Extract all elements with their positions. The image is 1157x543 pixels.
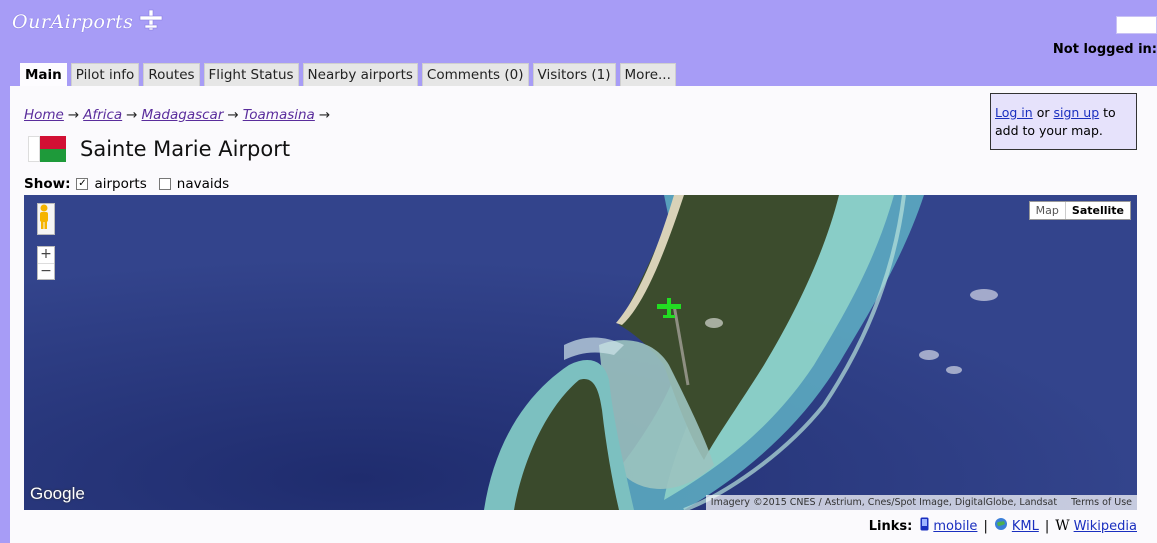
links-separator: | <box>1044 518 1050 534</box>
show-label: Show: <box>24 176 71 192</box>
breadcrumb-separator: → <box>67 107 80 123</box>
tab-bar: Main Pilot info Routes Flight Status Nea… <box>20 63 676 86</box>
tab-routes[interactable]: Routes <box>143 63 200 86</box>
login-or-text: or <box>1036 105 1050 120</box>
plane-logo-icon <box>139 9 163 35</box>
links-label: Links: <box>868 518 913 534</box>
breadcrumb-madagascar[interactable]: Madagascar <box>141 107 223 123</box>
street-view-pegman-icon[interactable] <box>37 203 55 235</box>
tab-nearby-airports[interactable]: Nearby airports <box>302 63 418 86</box>
map-type-control: Map Satellite <box>1028 201 1131 220</box>
zoom-in-button[interactable]: + <box>38 247 54 263</box>
kml-link[interactable]: KML <box>1012 519 1039 534</box>
page-title: Sainte Marie Airport <box>80 137 291 161</box>
navaids-checkbox[interactable] <box>158 178 171 190</box>
show-filter: Show: ✓ airports navaids <box>24 176 229 192</box>
mobile-link[interactable]: mobile <box>933 519 977 534</box>
satellite-imagery <box>24 195 1137 510</box>
navaids-label: navaids <box>176 176 230 192</box>
airports-checkbox[interactable]: ✓ <box>76 178 89 190</box>
search-input[interactable] <box>1116 16 1157 34</box>
wikipedia-icon: W <box>1055 518 1070 534</box>
links-separator: | <box>983 518 988 534</box>
madagascar-flag-icon <box>28 136 66 162</box>
login-status: Not logged in: <box>1052 42 1157 57</box>
breadcrumb-separator: → <box>227 107 239 123</box>
breadcrumb-separator: → <box>126 107 138 123</box>
airports-label: airports <box>94 176 147 192</box>
google-logo[interactable]: Google <box>30 484 85 504</box>
tab-visitors[interactable]: Visitors (1) <box>532 63 616 86</box>
map-type-satellite-button[interactable]: Satellite <box>1066 202 1130 219</box>
tab-pilot-info[interactable]: Pilot info <box>70 63 140 86</box>
title-row: Sainte Marie Airport <box>28 136 290 162</box>
signup-link[interactable]: sign up <box>1053 105 1099 120</box>
login-link[interactable]: Log in <box>995 105 1033 120</box>
breadcrumb-toamasina[interactable]: Toamasina <box>243 107 315 123</box>
mobile-phone-icon <box>920 517 929 535</box>
site-logo-text: OurAirports <box>12 11 134 33</box>
globe-icon <box>994 517 1008 535</box>
map-type-map-button[interactable]: Map <box>1030 202 1066 219</box>
terms-link[interactable]: Terms of Use <box>1071 497 1132 508</box>
tab-flight-status[interactable]: Flight Status <box>203 63 299 86</box>
imagery-credit: Imagery ©2015 CNES / Astrium, Cnes/Spot … <box>710 497 1058 508</box>
zoom-out-button[interactable]: − <box>38 263 54 279</box>
breadcrumb: Home → Africa → Madagascar → Toamasina → <box>24 107 334 123</box>
tab-more[interactable]: More... <box>619 63 676 86</box>
login-box: Log in or sign up to add to your map. <box>990 93 1137 150</box>
links-bar: Links: mobile | KML | W Wikipedia <box>869 517 1137 535</box>
breadcrumb-home[interactable]: Home <box>24 107 64 123</box>
satellite-map[interactable]: + − Map Satellite Google Imagery ©2015 C… <box>24 195 1137 510</box>
breadcrumb-separator: → <box>318 107 331 123</box>
wikipedia-link[interactable]: Wikipedia <box>1074 519 1137 534</box>
tab-comments[interactable]: Comments (0) <box>421 63 529 86</box>
breadcrumb-africa[interactable]: Africa <box>83 107 122 123</box>
map-attribution: Imagery ©2015 CNES / Astrium, Cnes/Spot … <box>705 495 1137 510</box>
zoom-control: + − <box>37 246 55 280</box>
site-logo[interactable]: OurAirports <box>12 8 163 36</box>
tab-main[interactable]: Main <box>20 63 67 86</box>
main-content: Home → Africa → Madagascar → Toamasina → Sainte… <box>10 86 1157 543</box>
